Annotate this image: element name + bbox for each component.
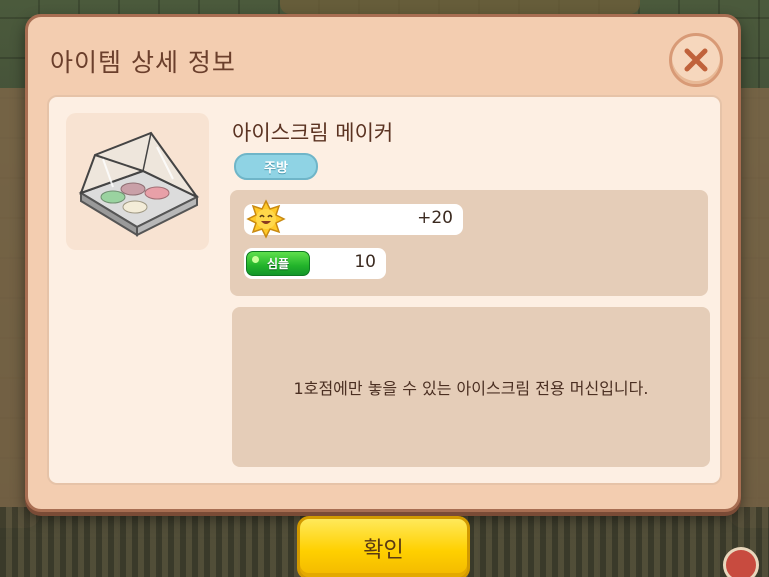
style-tag: 심플 [246, 251, 310, 276]
close-button[interactable] [669, 33, 723, 87]
item-description-panel: 1호점에만 놓을 수 있는 아이스크림 전용 머신입니다. [232, 307, 710, 467]
background-top-bar [280, 0, 640, 14]
smiling-sun-icon [246, 199, 286, 239]
category-badge: 주방 [234, 153, 318, 180]
item-stats-panel: +20 심플 10 [230, 190, 708, 296]
dialog-title: 아이템 상세 정보 [50, 48, 236, 77]
satisfaction-stat: +20 [244, 199, 463, 239]
item-image [66, 113, 209, 250]
confirm-button[interactable]: 확인 [297, 516, 470, 577]
item-description: 1호점에만 놓을 수 있는 아이스크림 전용 머신입니다. [293, 379, 649, 398]
ice-cream-display-case-icon [78, 131, 199, 237]
style-stat: 심플 10 [244, 248, 386, 279]
item-name: 아이스크림 메이커 [232, 121, 394, 145]
close-x-icon [684, 48, 708, 72]
item-content-panel: 아이스크림 메이커 주방 +20 심플 10 1호점에만 놓을 수 있는 아이스… [47, 95, 722, 485]
satisfaction-value: +20 [417, 208, 453, 228]
background-corner-icon [723, 547, 759, 577]
style-value: 10 [354, 252, 376, 272]
item-detail-dialog: 아이템 상세 정보 아이스크림 메이커 주방 +20 심플 10 1호점에만 놓… [25, 14, 741, 512]
